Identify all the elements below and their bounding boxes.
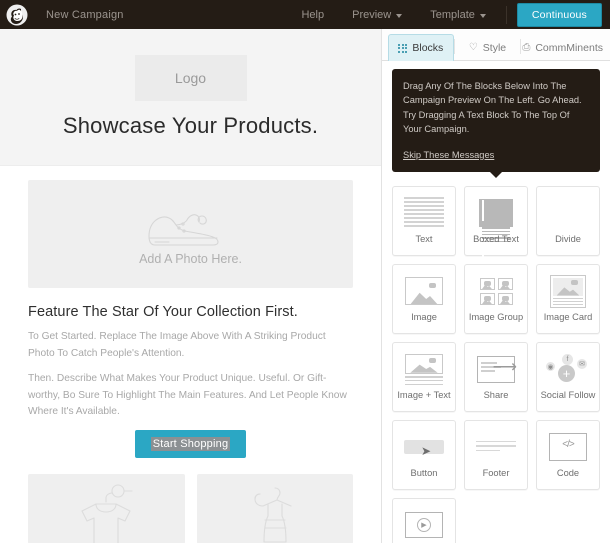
- photo-placeholder-caption: Add A Photo Here.: [139, 252, 242, 266]
- product-card[interactable]: [28, 473, 185, 543]
- block-code[interactable]: </> Code: [536, 419, 600, 490]
- footer-icon: [476, 430, 516, 464]
- grid-dots-icon: [398, 43, 408, 53]
- tab-blocks-label: Blocks: [412, 42, 444, 54]
- block-image[interactable]: Image: [392, 263, 456, 334]
- mailchimp-freddie-icon[interactable]: [6, 4, 28, 26]
- image-text-icon: [405, 352, 443, 386]
- panel-tabbar: Blocks ♡ Style ⎙ CommMinents: [382, 29, 610, 61]
- header-actions: Help Preview Template Continuous: [287, 2, 602, 27]
- text-lines-icon: [404, 196, 444, 230]
- template-menu[interactable]: Template: [416, 9, 500, 21]
- social-follow-icon: ◉ f ✉ +: [546, 352, 590, 386]
- app-header: New Campaign Help Preview Template Conti…: [0, 0, 610, 29]
- block-button[interactable]: ➤ Button: [392, 419, 456, 490]
- image-group-icon: [479, 274, 513, 308]
- photo-section: Add A Photo Here. Feature The Star Of Yo…: [0, 166, 381, 458]
- tab-blocks[interactable]: Blocks: [388, 34, 454, 61]
- hero-section[interactable]: Logo Showcase Your Products.: [0, 29, 381, 166]
- blocks-panel: Blocks ♡ Style ⎙ CommMinents Drag Any Of…: [381, 29, 610, 543]
- image-icon: [405, 274, 443, 308]
- block-text-label: Text: [415, 234, 433, 245]
- block-image-label: Image: [411, 312, 437, 323]
- block-image-card[interactable]: Image Card: [536, 263, 600, 334]
- template-label: Template: [430, 8, 475, 21]
- logo-placeholder-label: Logo: [174, 70, 207, 86]
- brush-icon: ♡: [468, 42, 478, 53]
- header-divider: [505, 5, 507, 24]
- share-icon: ⟶: [477, 352, 517, 386]
- campaign-name-label[interactable]: New Campaign: [46, 9, 124, 21]
- block-boxed-text-label: Boxed Text: [473, 234, 519, 245]
- block-boxed-text[interactable]: Boxed Text: [464, 185, 528, 264]
- button-icon: ➤: [404, 430, 444, 464]
- continue-button[interactable]: Continuous: [516, 2, 602, 27]
- blocks-grid: Text Boxed Text Divide Image Image Group…: [392, 185, 600, 543]
- tip-callout: Drag Any Of The Blocks Below Into The Ca…: [392, 69, 600, 178]
- product-card[interactable]: [196, 473, 353, 543]
- tshirt-illustration: [66, 482, 146, 543]
- feature-paragraph-1[interactable]: To Get Started. Replace The Image Above …: [28, 329, 353, 362]
- block-image-text[interactable]: Image + Text: [392, 341, 456, 412]
- block-divide[interactable]: Divide: [536, 185, 600, 256]
- feature-paragraph-2[interactable]: Then. Describe What Makes Your Product U…: [28, 371, 353, 421]
- campaign-builder-app: New Campaign Help Preview Template Conti…: [0, 0, 610, 543]
- divider-icon: [548, 196, 588, 230]
- blocks-scroll-area[interactable]: Drag Any Of The Blocks Below Into The Ca…: [382, 61, 610, 543]
- block-share-label: Share: [483, 390, 509, 401]
- video-icon: ▶: [405, 508, 443, 542]
- preview-menu[interactable]: Preview: [338, 9, 416, 21]
- block-social-follow-label: Social Follow: [540, 390, 596, 401]
- start-shopping-label: Start Shopping: [150, 436, 231, 451]
- shoe-illustration: [131, 202, 251, 248]
- block-footer-label: Footer: [482, 468, 510, 479]
- photo-placeholder[interactable]: Add A Photo Here.: [28, 180, 353, 288]
- boxed-text-icon: [479, 196, 513, 264]
- tab-style[interactable]: ♡ Style: [455, 34, 521, 61]
- block-share[interactable]: ⟶ Share: [464, 341, 528, 412]
- tab-comments-label: CommMinents: [535, 42, 603, 54]
- tab-style-label: Style: [482, 42, 507, 54]
- block-button-label: Button: [410, 468, 438, 479]
- help-label: Help: [301, 8, 325, 21]
- preview-label: Preview: [352, 8, 392, 21]
- skip-messages-link[interactable]: Skip These Messages: [403, 150, 494, 160]
- help-link[interactable]: Help: [287, 9, 338, 21]
- block-image-text-label: Image + Text: [397, 390, 451, 401]
- block-image-group-label: Image Group: [468, 312, 524, 323]
- cta-section: Start Shopping: [28, 429, 353, 458]
- block-divide-label: Divide: [555, 234, 581, 245]
- chevron-down-icon: [396, 13, 403, 18]
- block-social-follow[interactable]: ◉ f ✉ + Social Follow: [536, 341, 600, 412]
- block-text[interactable]: Text: [392, 185, 456, 256]
- block-image-card-label: Image Card: [543, 312, 593, 323]
- product-card-row: [0, 473, 381, 543]
- block-image-group[interactable]: Image Group: [464, 263, 528, 334]
- comment-icon: ⎙: [522, 42, 531, 53]
- logo-placeholder[interactable]: Logo: [134, 55, 247, 101]
- hero-title[interactable]: Showcase Your Products.: [20, 113, 361, 139]
- image-card-icon: [550, 274, 586, 309]
- chevron-down-icon: [479, 13, 486, 18]
- email-preview-pane[interactable]: Logo Showcase Your Products. Add A Photo…: [0, 29, 381, 543]
- code-icon: </>: [549, 430, 587, 464]
- feature-title[interactable]: Feature The Star Of Your Collection Firs…: [28, 304, 353, 320]
- block-footer[interactable]: Footer: [464, 419, 528, 490]
- tip-message: Drag Any Of The Blocks Below Into The Ca…: [403, 81, 582, 135]
- email-template: Logo Showcase Your Products. Add A Photo…: [0, 29, 381, 543]
- app-body: Logo Showcase Your Products. Add A Photo…: [0, 29, 610, 543]
- dress-illustration: [235, 482, 315, 543]
- block-code-label: Code: [556, 468, 580, 479]
- tab-comments[interactable]: ⎙ CommMinents: [521, 34, 604, 61]
- start-shopping-button[interactable]: Start Shopping: [134, 429, 247, 458]
- block-video[interactable]: ▶ Video: [392, 497, 456, 543]
